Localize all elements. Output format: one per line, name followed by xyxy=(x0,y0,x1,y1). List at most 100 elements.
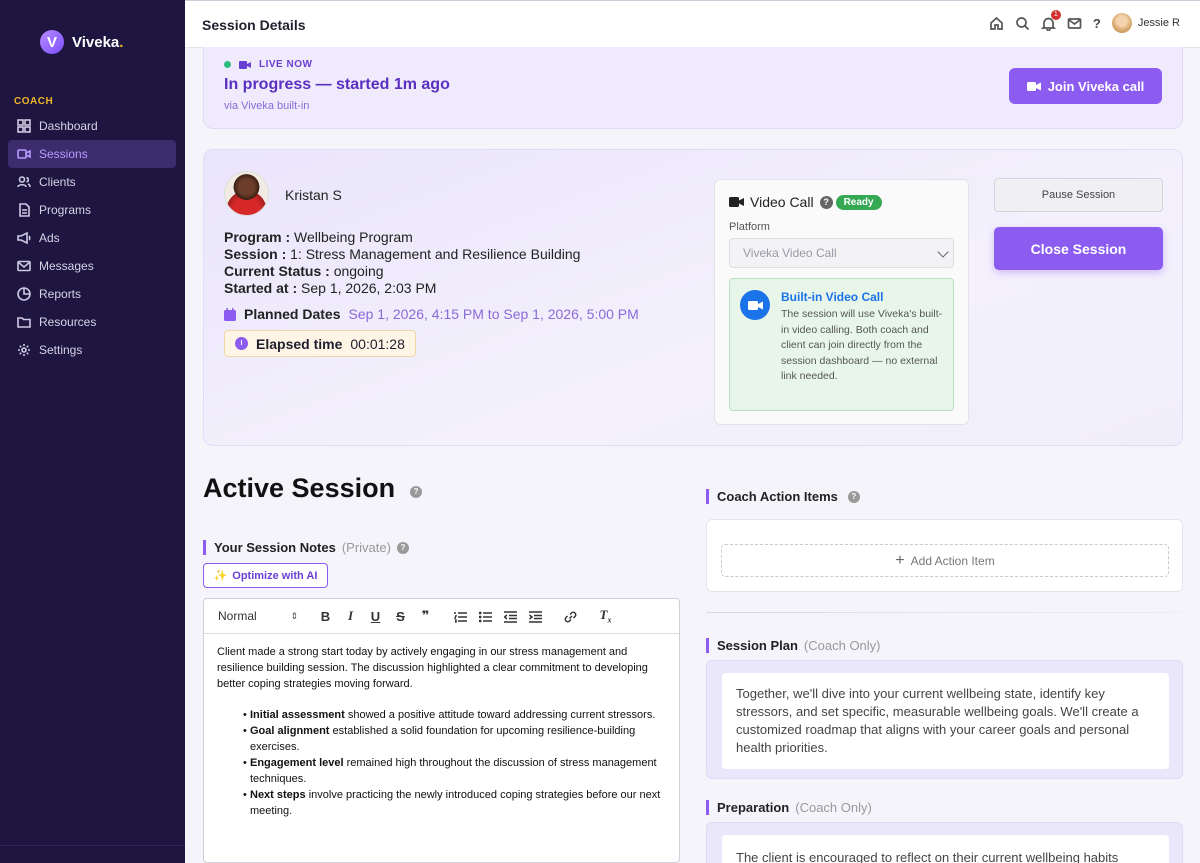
active-session-title: Active Session ? xyxy=(203,473,423,504)
optimize-ai-button[interactable]: ✨ Optimize with AI xyxy=(203,563,328,588)
sidebar-item-label: Messages xyxy=(39,259,94,273)
sidebar-item-dashboard[interactable]: Dashboard xyxy=(8,112,176,140)
sparkle-icon: ✨ xyxy=(213,570,228,582)
sidebar: V Viveka. COACH Dashboard Sessions Clien… xyxy=(0,0,185,863)
sidebar-item-label: Programs xyxy=(39,203,92,217)
underline-icon[interactable]: U xyxy=(363,609,388,624)
sidebar-item-label: Dashboard xyxy=(39,119,98,133)
link-icon[interactable] xyxy=(558,609,583,624)
video-call-info-title: Built-in Video Call xyxy=(781,290,884,304)
session-notes-heading: Your Session Notes (Private) ? xyxy=(203,540,409,555)
pause-session-button[interactable]: Pause Session xyxy=(994,178,1163,212)
video-camera-icon xyxy=(729,197,744,207)
sidebar-item-programs[interactable]: Programs xyxy=(8,196,176,224)
sidebar-item-clients[interactable]: Clients xyxy=(8,168,176,196)
bold-icon[interactable]: B xyxy=(313,609,338,624)
sidebar-item-messages[interactable]: Messages xyxy=(8,252,176,280)
avatar xyxy=(1111,13,1132,33)
help-icon[interactable]: ? xyxy=(410,485,423,498)
help-icon[interactable]: ? xyxy=(847,490,860,503)
action-items-box: + Add Action Item xyxy=(706,519,1183,592)
megaphone-icon xyxy=(17,231,31,245)
quote-icon[interactable]: ❞ xyxy=(413,608,438,624)
logo[interactable]: V Viveka. xyxy=(40,30,123,54)
italic-icon[interactable]: I xyxy=(338,608,363,624)
notes-bullet-list: Initial assessment showed a positive att… xyxy=(217,707,666,819)
user-name: Jessie R xyxy=(1137,17,1180,29)
editor-content[interactable]: Client made a strong start today by acti… xyxy=(204,634,679,829)
mail-icon[interactable] xyxy=(1067,16,1082,31)
users-icon xyxy=(17,176,31,188)
program-row: Program : Wellbeing Program xyxy=(224,229,413,245)
sidebar-item-ads[interactable]: Ads xyxy=(8,224,176,252)
video-icon xyxy=(740,290,770,320)
page-title: Session Details xyxy=(202,17,306,33)
live-dot-icon xyxy=(224,61,231,68)
home-icon[interactable] xyxy=(989,16,1004,31)
planned-dates: Planned Dates Sep 1, 2026, 4:15 PM to Se… xyxy=(224,306,639,322)
help-icon[interactable]: ? xyxy=(1093,16,1101,31)
join-call-button[interactable]: Join Viveka call xyxy=(1009,68,1162,104)
close-session-button[interactable]: Close Session xyxy=(994,227,1163,270)
session-info: Program : Wellbeing Program Session : 1:… xyxy=(224,229,580,297)
plus-icon: + xyxy=(895,551,905,569)
search-icon[interactable] xyxy=(1015,16,1030,31)
clear-format-icon[interactable]: Tx xyxy=(593,607,618,625)
elapsed-time-badge: Elapsed time 00:01:28 xyxy=(224,330,416,357)
format-select[interactable]: Normal ⇕ xyxy=(218,609,298,623)
video-icon xyxy=(239,60,251,69)
chevron-down-icon xyxy=(937,246,949,258)
editor-toolbar: Normal ⇕ B I U S ❞ Tx xyxy=(204,599,679,634)
folder-icon xyxy=(17,317,31,328)
status-row: Current Status : ongoing xyxy=(224,263,384,279)
sidebar-item-label: Settings xyxy=(39,343,83,357)
video-call-info-text: The session will use Viveka's built-in v… xyxy=(781,308,943,382)
divider xyxy=(706,612,1183,613)
live-session-banner: LIVE NOW In progress — started 1m ago vi… xyxy=(203,47,1183,129)
platform-label: Platform xyxy=(729,221,770,233)
outdent-icon[interactable] xyxy=(498,609,523,624)
sidebar-item-resources[interactable]: Resources xyxy=(8,308,176,336)
bullet-list-icon[interactable] xyxy=(473,609,498,624)
add-action-item-button[interactable]: + Add Action Item xyxy=(721,544,1169,577)
calendar-icon xyxy=(224,307,236,321)
sidebar-item-sessions[interactable]: Sessions xyxy=(8,140,176,168)
ordered-list-icon[interactable] xyxy=(448,609,473,624)
list-item: Engagement level remained high throughou… xyxy=(243,755,666,787)
sidebar-item-settings[interactable]: Settings xyxy=(8,336,176,364)
logo-mark: V xyxy=(40,30,64,54)
join-call-label: Join Viveka call xyxy=(1047,78,1145,94)
topbar: Session Details 1 ? Jessie R xyxy=(185,0,1200,48)
preparation-text: The client is encouraged to reflect on t… xyxy=(722,835,1169,863)
notes-editor[interactable]: Normal ⇕ B I U S ❞ Tx Client made a stro… xyxy=(203,598,680,863)
preparation-box: The client is encouraged to reflect on t… xyxy=(706,822,1183,863)
help-icon[interactable]: ? xyxy=(819,195,833,209)
video-call-panel: Video Call ? Ready Platform Viveka Video… xyxy=(714,179,969,425)
session-plan-heading: Session Plan (Coach Only) xyxy=(706,638,881,653)
notification-badge: 1 xyxy=(1050,9,1061,20)
live-subtitle: via Viveka built-in xyxy=(224,100,310,112)
preparation-heading: Preparation (Coach Only) xyxy=(706,800,872,815)
notes-intro: Client made a strong start today by acti… xyxy=(217,646,648,690)
session-row: Session : 1: Stress Management and Resil… xyxy=(224,246,581,262)
video-call-header: Video Call ? Ready xyxy=(729,194,882,210)
bell-icon[interactable]: 1 xyxy=(1040,9,1061,31)
list-item: Initial assessment showed a positive att… xyxy=(243,707,666,723)
indent-icon[interactable] xyxy=(523,609,548,624)
sidebar-item-reports[interactable]: Reports xyxy=(8,280,176,308)
client-session-card: Kristan S Program : Wellbeing Program Se… xyxy=(203,149,1183,446)
sidebar-nav: Dashboard Sessions Clients Programs Ads … xyxy=(8,112,176,364)
sidebar-footer xyxy=(0,845,185,863)
video-call-info: Built-in Video Call The session will use… xyxy=(729,278,954,411)
started-row: Started at : Sep 1, 2026, 2:03 PM xyxy=(224,280,437,296)
video-icon xyxy=(17,149,31,159)
strikethrough-icon[interactable]: S xyxy=(388,609,413,624)
live-indicator: LIVE NOW xyxy=(224,59,312,70)
status-badge: Ready xyxy=(835,194,882,210)
platform-select[interactable]: Viveka Video Call xyxy=(729,238,954,268)
list-item: Next steps involve practicing the newly … xyxy=(243,787,666,819)
help-icon[interactable]: ? xyxy=(396,541,409,554)
sidebar-item-label: Clients xyxy=(39,175,76,189)
user-menu[interactable]: Jessie R xyxy=(1111,13,1180,33)
grid-icon xyxy=(17,119,31,133)
